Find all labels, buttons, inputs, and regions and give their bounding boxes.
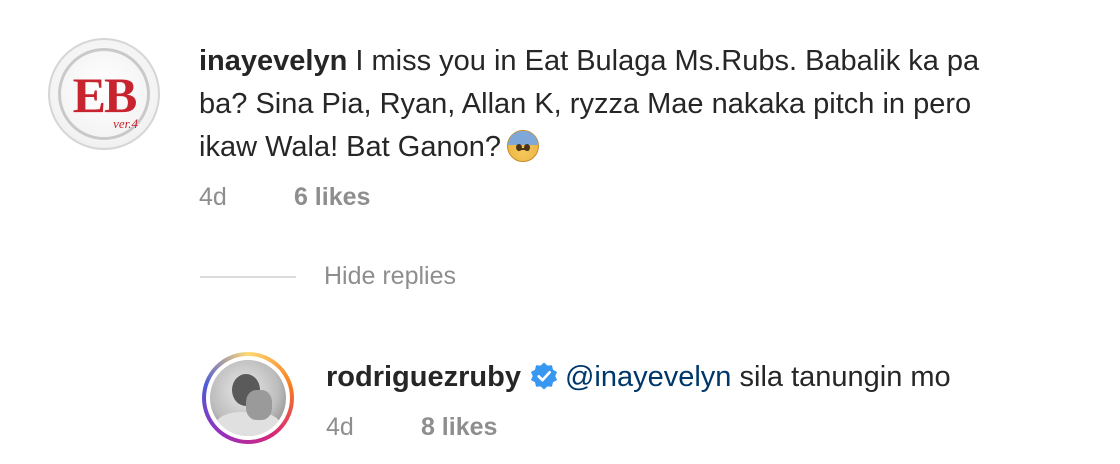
comment-body: inayevelyn I miss you in Eat Bulaga Ms.R…	[199, 40, 1099, 212]
comment-likes-count[interactable]: 6 likes	[294, 183, 370, 211]
hide-replies-label[interactable]: Hide replies	[324, 262, 456, 291]
avatar-ring-gap	[206, 356, 290, 440]
comment-text-line-1: inayevelyn I miss you in Eat Bulaga Ms.R…	[199, 40, 1099, 83]
avatar-photo	[210, 360, 286, 436]
reply-username[interactable]: rodriguezruby	[326, 361, 521, 393]
anxious-face-emoji-icon	[506, 130, 539, 162]
comment-text-line-3: ikaw Wala! Bat Ganon?	[199, 126, 1099, 169]
comment-meta: 4d 6 likes	[199, 183, 1099, 212]
reply-likes-count[interactable]: 8 likes	[421, 413, 497, 441]
reply-timestamp[interactable]: 4d	[326, 413, 414, 442]
reply-mention-link[interactable]: @inayevelyn	[565, 361, 731, 393]
reply-body: rodriguezruby @inayevelyn sila tanungin …	[326, 356, 1106, 442]
avatar-eb-logo[interactable]: EB ver.4	[48, 38, 160, 150]
verified-badge-icon	[530, 362, 558, 390]
avatar-rodriguezruby-story-ring[interactable]	[202, 352, 294, 444]
reply-text: sila tanungin mo	[731, 361, 951, 393]
comment-timestamp[interactable]: 4d	[199, 183, 287, 212]
eb-logo-badge: ver.4	[113, 116, 138, 131]
comment-username[interactable]: inayevelyn	[199, 45, 347, 77]
comment-text-line-2: ba? Sina Pia, Ryan, Allan K, ryzza Mae n…	[199, 88, 972, 120]
comment-text: I miss you in Eat Bulaga Ms.Rubs. Babali…	[355, 45, 980, 77]
reply-text-line: rodriguezruby @inayevelyn sila tanungin …	[326, 356, 1106, 399]
eb-logo-text: EB	[72, 67, 138, 123]
hide-replies-divider	[200, 276, 296, 278]
comment-text-end: ikaw Wala! Bat Ganon?	[199, 131, 501, 163]
reply-meta: 4d 8 likes	[326, 413, 1106, 442]
